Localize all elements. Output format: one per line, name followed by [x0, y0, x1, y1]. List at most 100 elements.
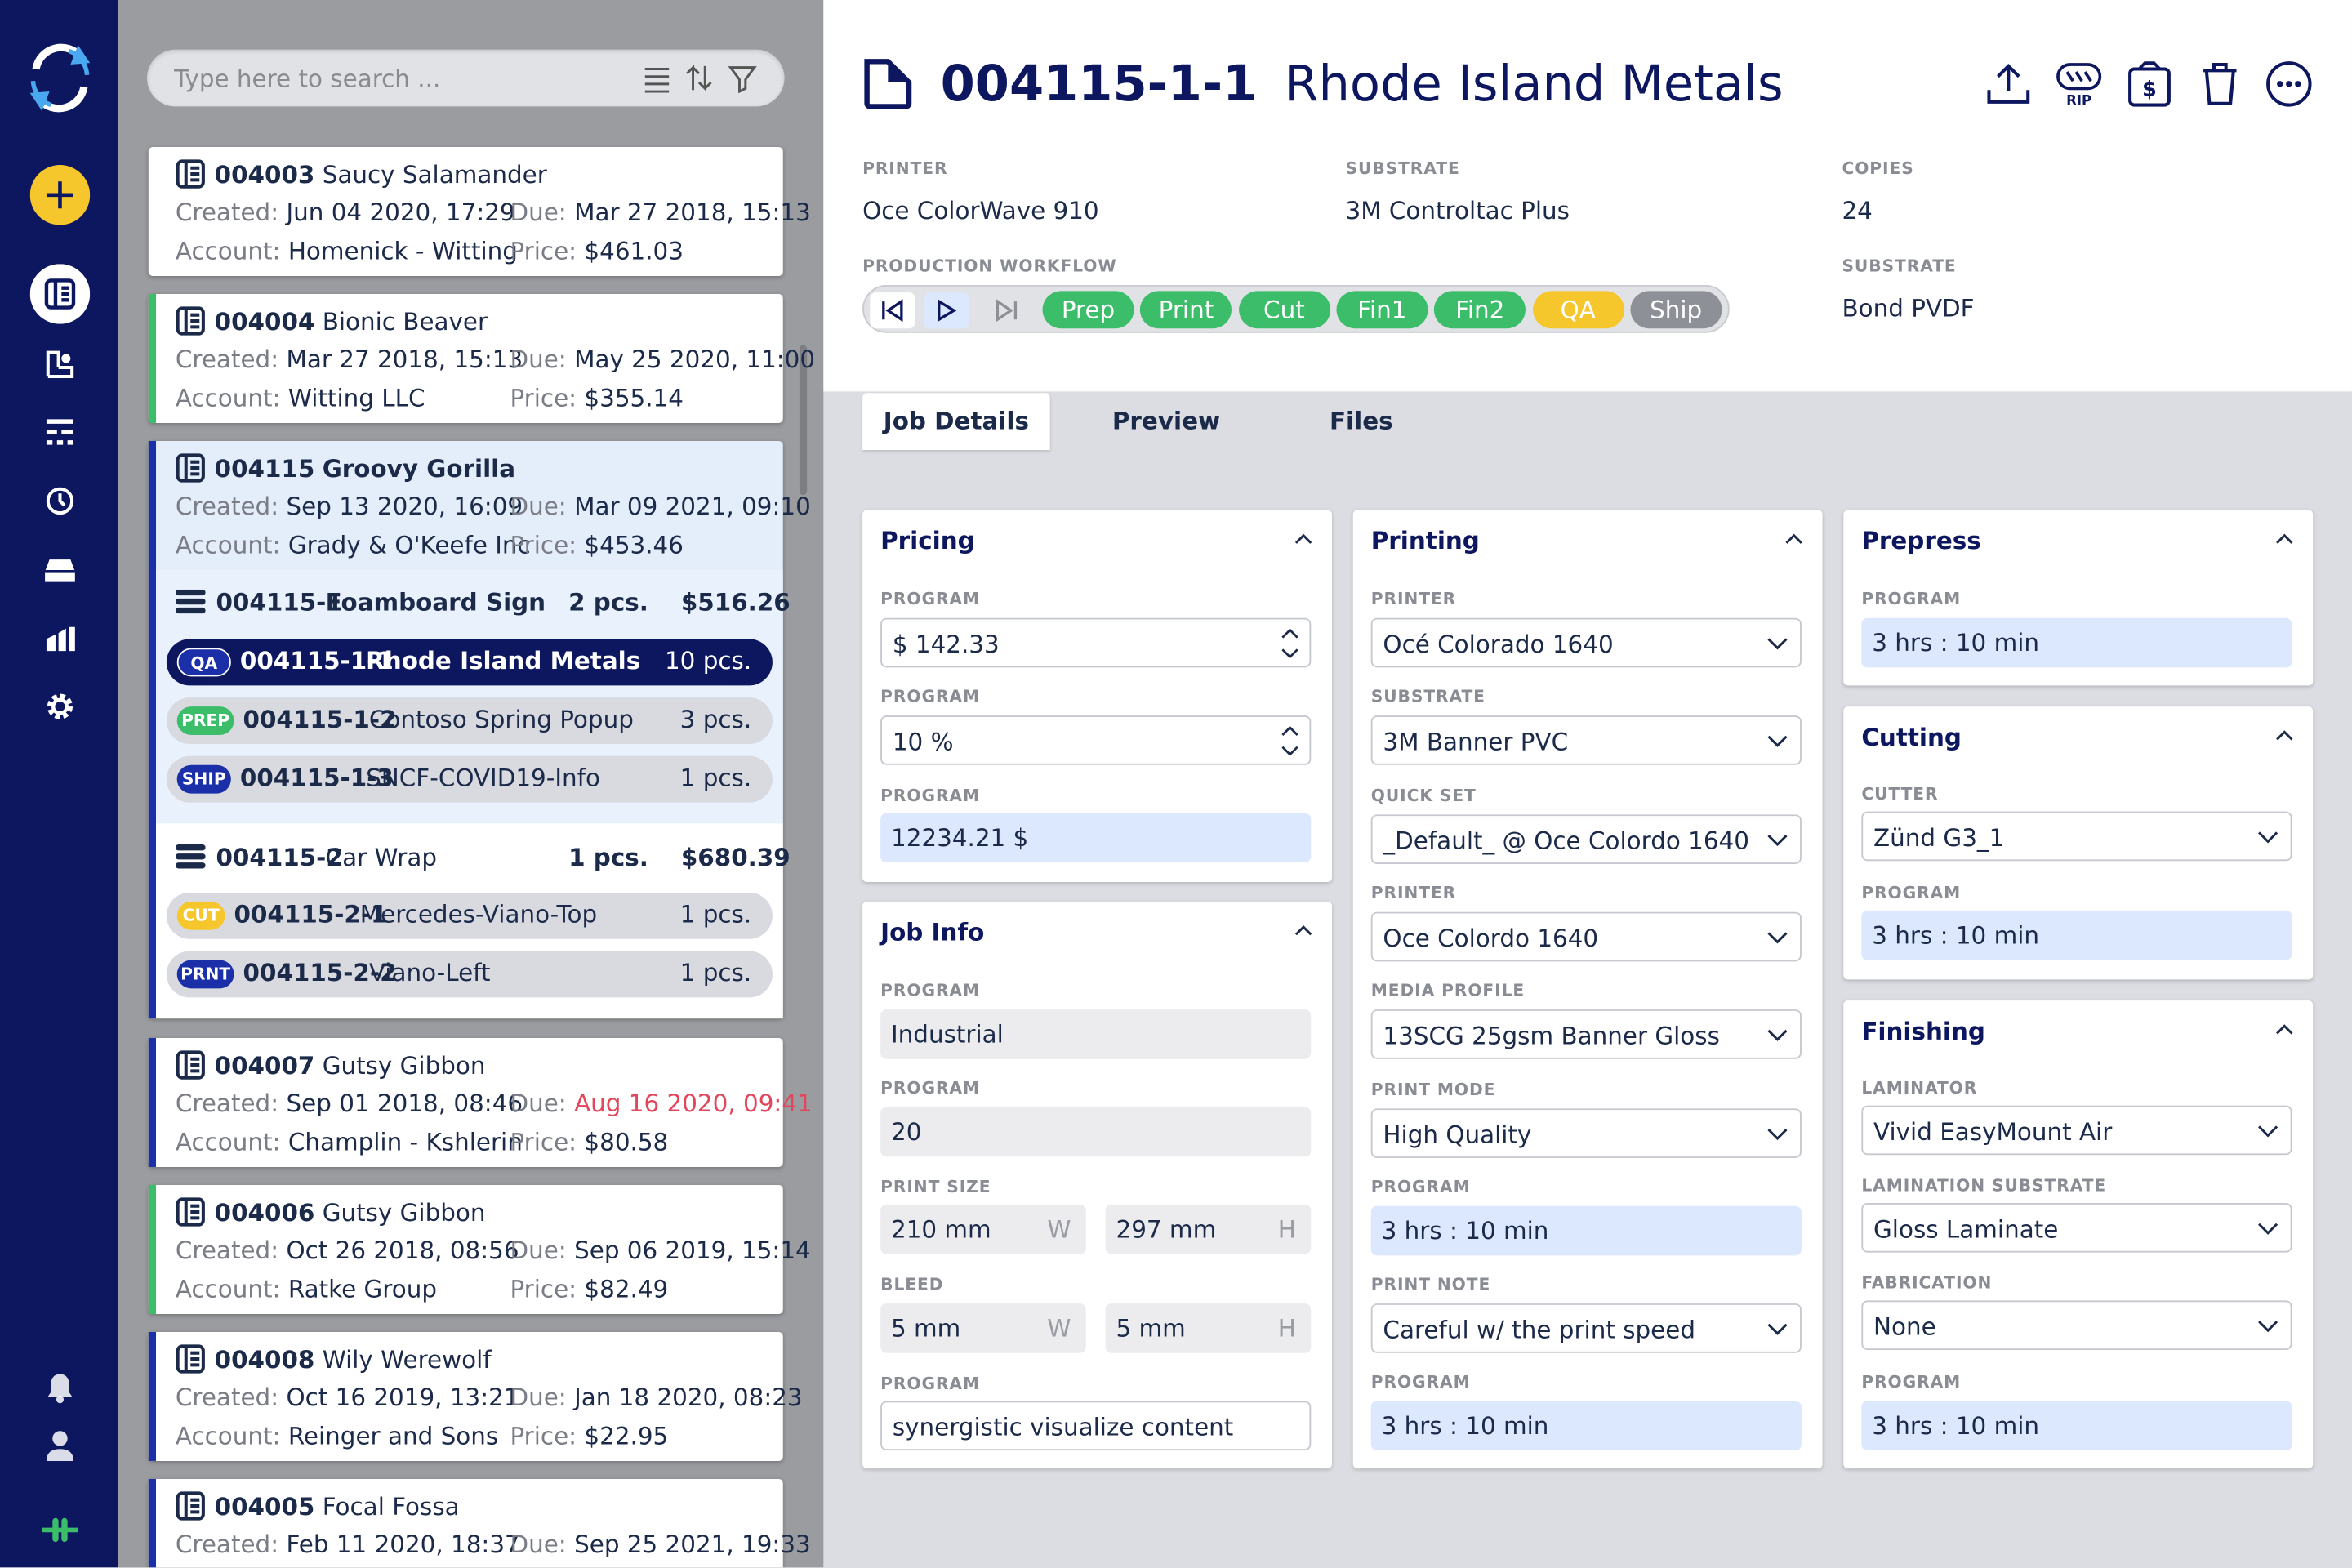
stage-qa[interactable]: QA [1532, 291, 1624, 329]
job-header: 004004 Bionic Beaver [176, 306, 488, 342]
production-icon[interactable] [0, 345, 118, 381]
laminator-select[interactable]: Vivid EasyMount Air [1861, 1105, 2292, 1156]
stage-print[interactable]: Print [1140, 291, 1232, 329]
subjob-row[interactable]: 004115-2 Car Wrap 1 pcs. $680.39 [149, 839, 791, 884]
first-stage-button[interactable] [870, 292, 915, 329]
item-row[interactable]: QA 004115-1-1 Rhode Island Metals 10 pcs. [166, 639, 773, 686]
job-card[interactable]: 004007 Gutsy Gibbon Created: Sep 01 2018,… [148, 1037, 813, 1167]
account-value: Ratke Group [287, 1275, 437, 1304]
bleed-width-input[interactable]: 5 mm W [880, 1303, 1086, 1353]
created-value: Mar 27 2018, 15:13 [286, 345, 523, 374]
reports-icon[interactable] [0, 621, 118, 657]
job-card[interactable]: 004003 Saucy Salamander Created: Jun 04 2… [148, 146, 811, 276]
delete-button[interactable] [2193, 57, 2247, 111]
tab-preview[interactable]: Preview [1072, 393, 1260, 450]
stage-prep[interactable]: Prep [1042, 291, 1134, 329]
job-icon [176, 306, 206, 342]
field-label: PROGRAM [880, 1374, 980, 1394]
printer-select[interactable]: Oce Colordo 1640 [1370, 911, 1802, 962]
invoice-button[interactable]: $ [2123, 57, 2176, 111]
copies-label: COPIES [1842, 158, 1914, 179]
quick-set-select[interactable]: _Default_ @ Oce Colordo 1640 [1370, 813, 1802, 864]
created-label: Created: [175, 1236, 279, 1265]
collapse-icon[interactable] [1293, 920, 1314, 941]
job-card[interactable]: 004004 Bionic Beaver Created: Mar 27 2018… [148, 293, 815, 423]
board-icon[interactable] [0, 414, 118, 450]
upload-button[interactable] [1981, 57, 2035, 111]
history-icon[interactable] [0, 483, 118, 519]
collapse-icon[interactable] [2274, 724, 2295, 746]
fabrication-select[interactable]: None [1861, 1300, 2292, 1351]
field-label: PRINTER [1370, 589, 1457, 609]
percent-input[interactable]: 10 % [880, 715, 1312, 765]
last-stage-button[interactable] [984, 292, 1029, 328]
item-row[interactable]: CUT 004115-2-1 Mercedes-Viano-Top 1 pcs. [166, 892, 773, 939]
play-button[interactable] [924, 292, 969, 329]
job-name: Bionic Beaver [322, 307, 488, 336]
stage-cut[interactable]: Cut [1238, 291, 1330, 329]
item-row[interactable]: PRNT 004115-2-2 Viano-Left 1 pcs. [166, 951, 773, 998]
sort-icon[interactable] [684, 63, 717, 93]
job-id: 004115 [214, 454, 315, 483]
width-input[interactable]: 210 mm W [880, 1204, 1086, 1254]
field-label: SUBSTRATE [1370, 687, 1486, 707]
item-row[interactable]: PREP 004115-1-2 Contoso Spring Popup 3 pcs. [166, 697, 773, 745]
rip-label: RIP [2066, 93, 2091, 109]
price-label: Price: [510, 1275, 577, 1304]
price-value: $453.46 [584, 531, 684, 560]
job-name: Groovy Gorilla [322, 454, 516, 483]
job-card[interactable]: 004008 Wily Werewolf Created: Oct 16 2019… [148, 1331, 803, 1461]
print-mode-select[interactable]: High Quality [1370, 1107, 1802, 1158]
job-card[interactable]: 004005 Focal Fossa Created: Feb 11 2020, … [148, 1478, 811, 1568]
substrate2-value: Bond PVDF [1842, 293, 1975, 323]
collapse-icon[interactable] [2274, 1018, 2295, 1040]
filter-icon[interactable] [728, 63, 760, 94]
created-label: Created: [175, 345, 279, 374]
item-row[interactable]: SHIP 004115-1-3 SNCF-COVID19-Info 1 pcs. [166, 755, 773, 803]
job-card[interactable]: 004006 Gutsy Gibbon Created: Oct 26 2018,… [148, 1184, 811, 1314]
notes-input[interactable]: synergistic visualize content [880, 1401, 1312, 1451]
stage-badge: QA [176, 648, 231, 677]
tab-job-details[interactable]: Job Details [862, 393, 1050, 451]
chevron-down-icon [1767, 638, 1788, 650]
printer-icon[interactable] [0, 552, 118, 588]
field-label: LAMINATION SUBSTRATE [1861, 1175, 2107, 1196]
job-status-bar [148, 1478, 157, 1568]
created-label: Created: [175, 1383, 279, 1412]
stepper-icon[interactable] [1280, 721, 1301, 760]
cutter-select[interactable]: Zünd G3_1 [1861, 811, 2292, 862]
height-input[interactable]: 297 mm H [1105, 1204, 1312, 1254]
job-status-bar [148, 1037, 157, 1167]
stepper-icon[interactable] [1280, 624, 1301, 663]
collapse-icon[interactable] [2274, 528, 2295, 550]
print-note-select[interactable]: Careful w/ the print speed [1370, 1303, 1802, 1353]
stage-fin1[interactable]: Fin1 [1336, 291, 1428, 329]
subjob-row[interactable]: 004115-1 Foamboard Sign 2 pcs. $516.26 [149, 583, 791, 628]
rip-button[interactable]: RIP [2052, 57, 2106, 111]
due-label: Due: [510, 1383, 567, 1412]
settings-icon[interactable] [0, 688, 118, 724]
list-view-icon[interactable] [642, 63, 675, 93]
price-input[interactable]: $ 142.33 [880, 617, 1312, 668]
lamination-substrate-select[interactable]: Gloss Laminate [1861, 1203, 2292, 1253]
app-logo[interactable] [0, 36, 118, 120]
add-button[interactable] [0, 165, 118, 225]
collapse-icon[interactable] [1784, 528, 1805, 550]
collapse-icon[interactable] [1293, 528, 1314, 550]
substrate-select[interactable]: 3M Banner PVC [1370, 715, 1802, 766]
unit-label: H [1277, 1214, 1296, 1244]
jobs-icon[interactable] [0, 264, 118, 324]
bleed-height-input[interactable]: 5 mm H [1105, 1303, 1312, 1353]
chevron-down-icon [1767, 1030, 1788, 1042]
more-button[interactable] [2262, 57, 2316, 111]
cutting-time: 3 hrs : 10 min [1861, 910, 2292, 960]
notifications-icon[interactable] [0, 1370, 118, 1405]
user-icon[interactable] [0, 1428, 118, 1464]
tab-files[interactable]: Files [1267, 393, 1455, 450]
printer-select[interactable]: Océ Colorado 1640 [1370, 617, 1802, 668]
stage-ship[interactable]: Ship [1630, 291, 1722, 329]
media-profile-select[interactable]: 13SCG 25gsm Banner Gloss [1370, 1009, 1802, 1060]
job-card-expanded[interactable]: 004115 Groovy Gorilla Created: Sep 13 20… [148, 440, 811, 1019]
stage-fin2[interactable]: Fin2 [1434, 291, 1526, 329]
search-input[interactable] [174, 49, 625, 107]
